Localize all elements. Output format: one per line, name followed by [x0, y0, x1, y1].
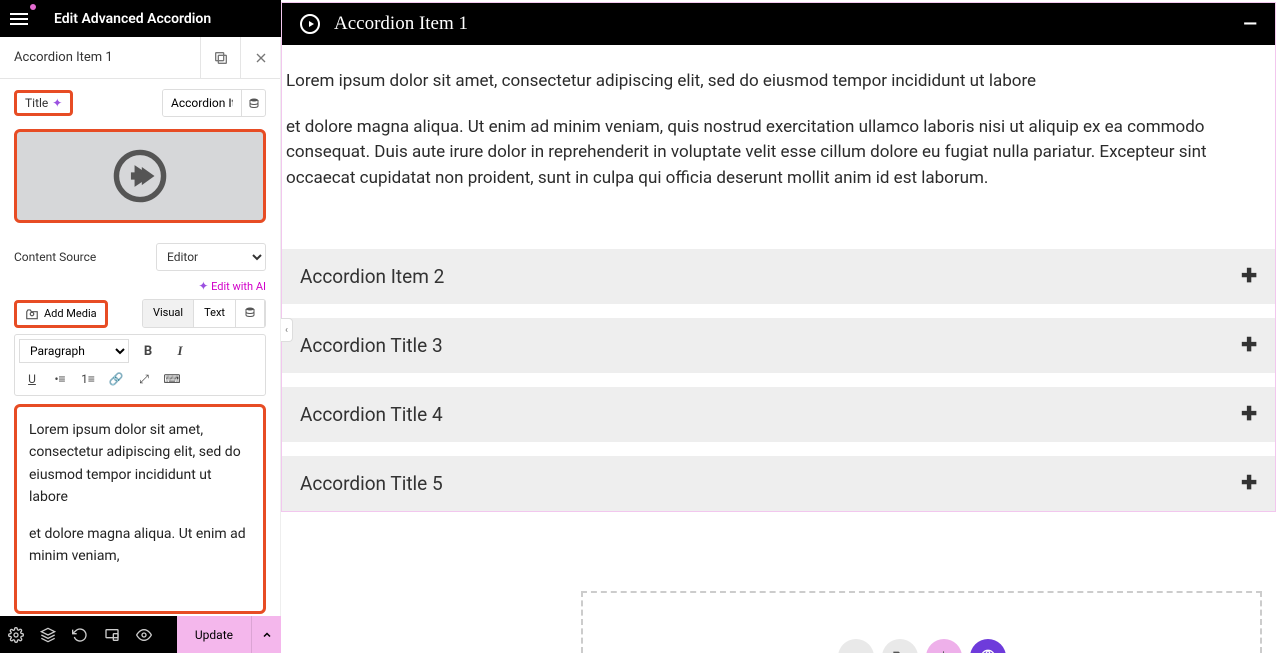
numbered-list-button[interactable]: 1≡: [75, 367, 101, 391]
expand-icon: ✚: [1241, 472, 1257, 495]
italic-button[interactable]: I: [167, 339, 193, 363]
arrow-circle-icon: [300, 14, 320, 34]
expand-icon: ✚: [1241, 334, 1257, 357]
text-tab[interactable]: Text: [194, 300, 236, 327]
ai-section-icon[interactable]: ✦: [926, 639, 962, 653]
accordion-item-label[interactable]: Accordion Item 1: [0, 50, 200, 65]
title-input[interactable]: [163, 90, 241, 116]
dynamic-tags-icon[interactable]: [241, 90, 265, 116]
content-editor[interactable]: Lorem ipsum dolor sit amet, consectetur …: [14, 404, 266, 614]
menu-icon[interactable]: [10, 7, 34, 31]
accordion-item[interactable]: Accordion Item 2✚: [282, 249, 1275, 304]
accordion-open-body: Lorem ipsum dolor sit amet, consectetur …: [282, 45, 1275, 235]
edit-with-ai-link[interactable]: ✦ Edit with AI: [14, 279, 266, 293]
history-icon[interactable]: [64, 616, 96, 653]
visual-tab[interactable]: Visual: [143, 300, 194, 327]
accordion-item[interactable]: Accordion Title 5✚: [282, 456, 1275, 511]
content-source-select[interactable]: Editor: [156, 243, 266, 271]
image-chooser[interactable]: [14, 129, 266, 223]
responsive-icon[interactable]: [96, 616, 128, 653]
settings-icon[interactable]: [0, 616, 32, 653]
close-icon[interactable]: [240, 37, 280, 79]
fullscreen-button[interactable]: ⤢: [131, 367, 157, 391]
accordion-item-header: Accordion Item 1: [0, 37, 280, 79]
link-button[interactable]: 🔗: [103, 367, 129, 391]
add-media-button[interactable]: Add Media: [14, 300, 108, 328]
paragraph-format-select[interactable]: Paragraph: [19, 339, 129, 363]
left-panel: Accordion Item 1 Title ✦ Content Sour: [0, 37, 281, 616]
bullet-list-button[interactable]: •≡: [47, 367, 73, 391]
preview-icon[interactable]: [128, 616, 160, 653]
accordion-item[interactable]: Accordion Title 4✚: [282, 387, 1275, 442]
accordion-open-header[interactable]: Accordion Item 1 —: [282, 3, 1275, 45]
title-field-label: Title ✦: [14, 90, 73, 116]
preview-area: Accordion Item 1 — Lorem ipsum dolor sit…: [281, 0, 1280, 653]
update-options-chevron-icon[interactable]: [251, 616, 281, 653]
update-button[interactable]: Update: [177, 616, 251, 653]
format-toolbar: Paragraph B I U •≡ 1≡ 🔗 ⤢ ⌨: [14, 334, 266, 396]
add-section-area[interactable]: + ✦: [581, 591, 1262, 653]
panel-collapse-handle[interactable]: ‹: [281, 318, 293, 342]
expand-icon: ✚: [1241, 403, 1257, 426]
add-template-folder-icon[interactable]: [882, 639, 918, 653]
keyboard-shortcuts-button[interactable]: ⌨: [159, 367, 185, 391]
ai-sparkle-icon[interactable]: ✦: [52, 96, 62, 110]
accordion-open-title: Accordion Item 1: [334, 13, 468, 35]
expand-icon: ✚: [1241, 265, 1257, 288]
editor-title: Edit Advanced Accordion: [54, 11, 211, 27]
bottom-bar: Update: [0, 616, 281, 653]
accordion-item[interactable]: Accordion Title 3✚: [282, 318, 1275, 373]
navigator-icon[interactable]: [32, 616, 64, 653]
duplicate-icon[interactable]: [200, 37, 240, 79]
bold-button[interactable]: B: [135, 339, 161, 363]
dynamic-tags-editor-icon[interactable]: [236, 300, 265, 327]
underline-button[interactable]: U: [19, 367, 45, 391]
globals-icon[interactable]: [970, 639, 1006, 653]
add-section-plus-icon[interactable]: +: [838, 639, 874, 653]
notification-dot: [30, 4, 36, 10]
content-source-label: Content Source: [14, 250, 96, 264]
collapse-icon[interactable]: —: [1243, 14, 1257, 35]
